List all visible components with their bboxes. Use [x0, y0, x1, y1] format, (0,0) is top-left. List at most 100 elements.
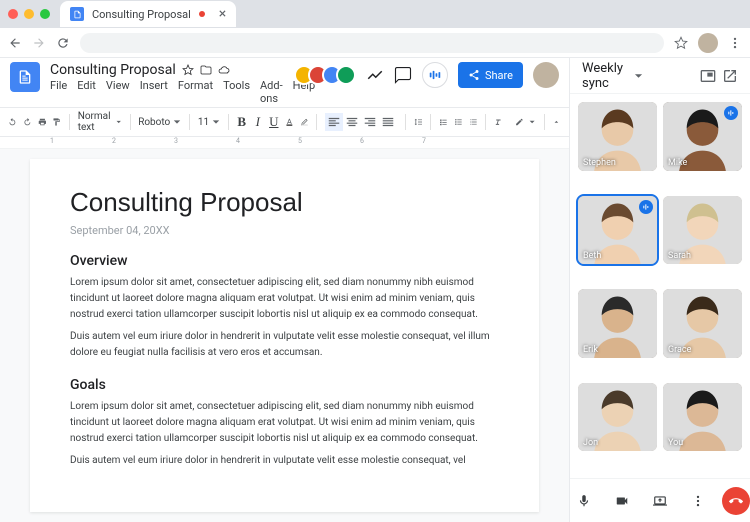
- reload-icon[interactable]: [56, 36, 70, 50]
- end-call-button[interactable]: [722, 487, 750, 515]
- camera-button[interactable]: [608, 487, 636, 515]
- menu-insert[interactable]: Insert: [140, 79, 168, 105]
- more-options-button[interactable]: [684, 487, 712, 515]
- close-window-icon[interactable]: [8, 9, 18, 19]
- move-folder-icon[interactable]: [200, 64, 212, 76]
- menu-file[interactable]: File: [50, 79, 67, 105]
- section-title: Overview: [70, 253, 499, 269]
- align-right-icon[interactable]: [361, 113, 379, 131]
- version-history-icon[interactable]: [366, 66, 384, 84]
- menu-edit[interactable]: Edit: [77, 79, 96, 105]
- mic-button[interactable]: [570, 487, 598, 515]
- bookmark-star-icon[interactable]: [674, 36, 688, 50]
- speaking-indicator-icon: [724, 106, 738, 120]
- chrome-menu-icon[interactable]: [728, 36, 742, 50]
- browser-tab[interactable]: Consulting Proposal ×: [60, 1, 236, 27]
- formatting-toolbar: Normal text Roboto 11 B I U: [0, 107, 569, 137]
- participant-name: Erik: [583, 345, 598, 355]
- participant-tile[interactable]: Sarah: [663, 196, 742, 265]
- picture-in-picture-icon[interactable]: [700, 68, 716, 84]
- zoom-window-icon[interactable]: [40, 9, 50, 19]
- checklist-icon[interactable]: [439, 115, 448, 129]
- ruler-label: 3: [174, 137, 178, 145]
- menu-add-ons[interactable]: Add-ons: [260, 79, 283, 105]
- star-icon[interactable]: [182, 64, 194, 76]
- numbered-list-icon[interactable]: [469, 115, 478, 129]
- share-label: Share: [485, 69, 513, 82]
- align-justify-icon[interactable]: [379, 113, 397, 131]
- font-size-select[interactable]: 11: [198, 117, 220, 128]
- collaborator-avatars[interactable]: [300, 65, 356, 85]
- meet-title: Weekly sync: [582, 61, 628, 91]
- menu-view[interactable]: View: [106, 79, 130, 105]
- forward-icon[interactable]: [32, 36, 46, 50]
- clear-formatting-icon[interactable]: [494, 115, 503, 129]
- redo-icon[interactable]: [23, 115, 32, 129]
- participant-tile[interactable]: Beth: [578, 196, 657, 265]
- body-text: Duis autem vel eum iriure dolor in hendr…: [70, 329, 499, 361]
- share-button[interactable]: Share: [458, 62, 523, 88]
- browser-titlebar: Consulting Proposal ×: [0, 0, 750, 28]
- minimize-window-icon[interactable]: [24, 9, 34, 19]
- document-title[interactable]: Consulting Proposal: [50, 62, 176, 78]
- participant-name: You: [668, 438, 683, 448]
- document-page[interactable]: Consulting Proposal September 04, 20XX O…: [30, 159, 539, 512]
- participant-tile[interactable]: Mike: [663, 102, 742, 171]
- bulleted-list-icon[interactable]: [454, 115, 463, 129]
- ruler-label: 1: [50, 137, 54, 145]
- browser-toolbar: [0, 28, 750, 58]
- participant-name: Sarah: [668, 251, 691, 261]
- participant-tile[interactable]: You: [663, 383, 742, 452]
- ruler-label: 6: [360, 137, 364, 145]
- style-select[interactable]: Normal text: [78, 111, 122, 133]
- close-tab-icon[interactable]: ×: [219, 6, 226, 22]
- account-avatar[interactable]: [533, 62, 559, 88]
- body-text: Lorem ipsum dolor sit amet, consectetuer…: [70, 275, 499, 323]
- body-text: Lorem ipsum dolor sit amet, consectetuer…: [70, 399, 499, 447]
- line-spacing-icon[interactable]: [414, 115, 423, 129]
- document-canvas: Consulting Proposal September 04, 20XX O…: [0, 149, 569, 522]
- doc-date: September 04, 20XX: [70, 224, 499, 237]
- chevron-down-icon[interactable]: [529, 115, 535, 129]
- menu-format[interactable]: Format: [178, 79, 213, 105]
- present-screen-button[interactable]: [646, 487, 674, 515]
- menu-tools[interactable]: Tools: [223, 79, 250, 105]
- undo-icon[interactable]: [8, 115, 17, 129]
- editing-mode-icon[interactable]: [515, 115, 524, 129]
- docs-app: Consulting Proposal File Edit View Insert Fo…: [0, 58, 570, 522]
- participant-tile[interactable]: Erik: [578, 289, 657, 358]
- participant-name: Stephen: [583, 158, 616, 168]
- underline-button[interactable]: U: [269, 114, 279, 130]
- font-select[interactable]: Roboto: [138, 117, 181, 128]
- meet-controls: [570, 478, 750, 522]
- ruler[interactable]: 1234567: [0, 137, 569, 149]
- text-color-icon[interactable]: [285, 115, 294, 129]
- meet-panel: Weekly sync Stephen Mike Beth Sarah Erik: [570, 58, 750, 522]
- doc-heading: Consulting Proposal: [70, 187, 499, 218]
- paint-format-icon[interactable]: [52, 115, 61, 129]
- address-bar[interactable]: [80, 33, 664, 53]
- cloud-saved-icon[interactable]: [218, 64, 230, 76]
- highlight-color-icon[interactable]: [300, 115, 309, 129]
- hide-menus-icon[interactable]: [552, 115, 561, 129]
- chevron-down-icon[interactable]: [634, 68, 643, 84]
- present-meet-button[interactable]: [422, 62, 448, 88]
- participant-name: Grace: [668, 345, 691, 355]
- participant-name: Mike: [668, 158, 687, 168]
- open-external-icon[interactable]: [722, 68, 738, 84]
- comment-icon[interactable]: [394, 66, 412, 84]
- docs-home-icon[interactable]: [10, 62, 40, 92]
- align-left-icon[interactable]: [325, 113, 343, 131]
- align-center-icon[interactable]: [343, 113, 361, 131]
- participant-tile[interactable]: Grace: [663, 289, 742, 358]
- back-icon[interactable]: [8, 36, 22, 50]
- ruler-label: 5: [298, 137, 302, 145]
- section-title: Goals: [70, 377, 499, 393]
- italic-button[interactable]: I: [253, 114, 263, 130]
- window-controls: [8, 9, 50, 19]
- print-icon[interactable]: [38, 115, 47, 129]
- participant-tile[interactable]: Stephen: [578, 102, 657, 171]
- profile-avatar[interactable]: [698, 33, 718, 53]
- bold-button[interactable]: B: [237, 114, 247, 130]
- participant-tile[interactable]: Jon: [578, 383, 657, 452]
